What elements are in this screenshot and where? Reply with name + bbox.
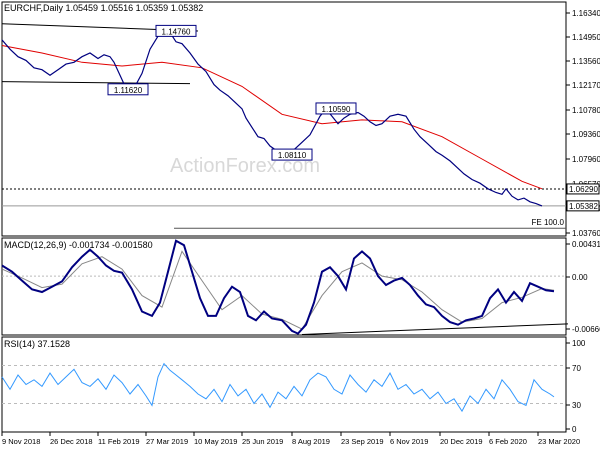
series-line-price [1, 29, 543, 207]
y-tick-label: 70 [572, 364, 581, 373]
x-tick-label: 8 Aug 2019 [292, 437, 330, 446]
price-tag-text: 1.06290 [569, 185, 598, 194]
y-tick-label: 1.03760 [572, 229, 600, 238]
x-tick-label: 10 May 2019 [194, 437, 237, 446]
fe-label: FE 100.0 [532, 218, 565, 227]
y-tick-label: 1.10780 [572, 106, 600, 115]
y-tick-label: 0.004319 [572, 240, 600, 249]
x-tick-label: 6 Nov 2019 [390, 437, 428, 446]
pivot-label-text: 1.11620 [114, 86, 143, 95]
y-tick-label: 1.09360 [572, 130, 600, 139]
chart-canvas: 1.16340 1.14950 1.13560 1.12170 1.10780 1.093… [1, 1, 600, 446]
trendline [301, 323, 569, 335]
x-tick-label: 25 Jun 2019 [242, 437, 283, 446]
y-tick-label: -0.006663 [572, 325, 600, 334]
y-tick-label: 1.16340 [572, 9, 600, 18]
pivot-label-text: 1.10590 [322, 105, 351, 114]
x-tick-label: 6 Feb 2020 [489, 437, 527, 446]
x-tick-label: 20 Dec 2019 [440, 437, 483, 446]
price-tag-text: 1.05382 [569, 202, 598, 211]
x-tick-label: 27 Mar 2019 [146, 437, 188, 446]
y-tick-label: 1.14950 [572, 33, 600, 42]
y-tick-label: 1.07960 [572, 155, 600, 164]
y-tick-label: 0 [572, 425, 577, 434]
y-tick-label: 30 [572, 401, 581, 410]
x-tick-label: 26 Dec 2018 [50, 437, 93, 446]
y-tick-label: 0.00 [572, 273, 588, 282]
y-tick-label: 100 [572, 339, 586, 348]
y-tick-label: 1.12170 [572, 81, 600, 90]
x-tick-label: 23 Sep 2019 [341, 437, 384, 446]
pivot-label-text: 1.14760 [162, 27, 191, 36]
trendline [1, 81, 191, 85]
series-line-signal [1, 250, 555, 330]
series-line-macd [1, 239, 555, 335]
panel-frame [1, 1, 567, 237]
x-tick-label: 23 Mar 2020 [538, 437, 580, 446]
pivot-label-text: 1.08110 [278, 151, 307, 160]
x-tick-label: 9 Nov 2018 [2, 437, 40, 446]
x-tick-label: 11 Feb 2019 [98, 437, 140, 446]
y-tick-label: 1.13560 [572, 57, 600, 66]
